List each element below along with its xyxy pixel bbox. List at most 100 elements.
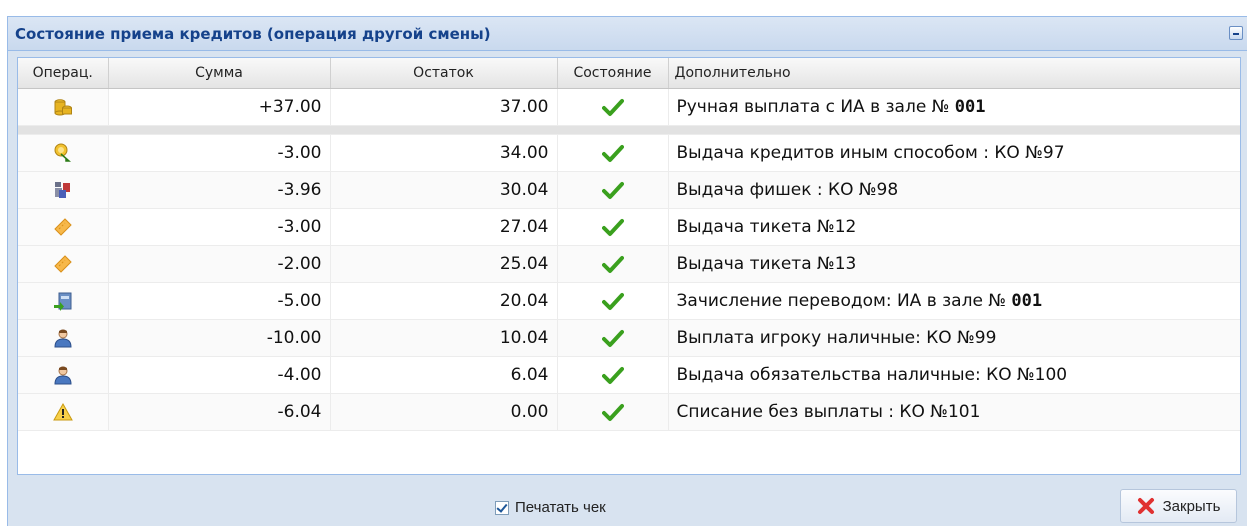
print-check-option[interactable]: Печатать чек (495, 499, 606, 516)
table-row[interactable]: +37.00 37.00 Ручная выплата с ИА в зале … (18, 88, 1240, 126)
operation-cell (18, 134, 109, 172)
extra-text: Ручная выплата с ИА в зале № (676, 96, 955, 117)
sum-cell: +37.00 (108, 88, 331, 126)
rest-cell: 20.04 (330, 282, 558, 320)
success-check-icon (601, 291, 624, 311)
extra-hall-number: 001 (954, 96, 986, 117)
column-header-operation[interactable]: Операц. (18, 58, 109, 89)
extra-text: Выдача фишек : КО №98 (676, 179, 899, 200)
close-button[interactable]: Закрыть (1120, 489, 1237, 523)
rest-cell: 6.04 (330, 356, 558, 394)
extra-text: Выдача обязательства наличные: КО №100 (676, 364, 1068, 385)
success-check-icon (601, 143, 624, 163)
extra-text: Выдача тикета №12 (676, 216, 857, 237)
table-row[interactable]: -10.00 10.04 Выплата игроку наличные: КО №… (18, 319, 1240, 357)
operation-cell (18, 282, 109, 320)
rest-cell: 37.00 (330, 88, 558, 126)
close-icon (1137, 498, 1154, 514)
rest-cell: 34.00 (330, 134, 558, 172)
user-icon (53, 365, 73, 385)
rest-cell: 25.04 (330, 245, 558, 283)
user-icon (53, 328, 73, 348)
extra-cell: Выплата игроку наличные: КО №99 (668, 319, 1240, 357)
operation-cell (18, 171, 109, 209)
table-row[interactable]: -3.00 34.00 Выдача кредитов иным способом … (18, 134, 1240, 172)
group-separator (18, 125, 1240, 135)
extra-cell: Выдача тикета №12 (668, 208, 1240, 246)
sum-cell: -6.04 (108, 393, 331, 431)
operation-cell (18, 319, 109, 357)
transfer-icon (53, 291, 73, 311)
state-cell (557, 356, 669, 394)
sum-cell: -5.00 (108, 282, 331, 320)
rest-cell: 30.04 (330, 171, 558, 209)
operations-grid: Операц. Сумма Остаток Состояние Дополнит… (17, 57, 1241, 475)
column-header-sum[interactable]: Сумма (108, 58, 331, 89)
column-header-state[interactable]: Состояние (557, 58, 669, 89)
state-cell (557, 134, 669, 172)
operation-cell (18, 208, 109, 246)
extra-cell: Выдача кредитов иным способом : КО №97 (668, 134, 1240, 172)
grid-header: Операц. Сумма Остаток Состояние Дополнит… (18, 58, 1240, 89)
rest-cell: 10.04 (330, 319, 558, 357)
extra-cell: Выдача фишек : КО №98 (668, 171, 1240, 209)
extra-text: Списание без выплаты : КО №101 (676, 401, 981, 422)
success-check-icon (601, 97, 624, 117)
extra-cell: Зачисление переводом: ИА в зале № 001 (668, 282, 1240, 320)
rest-cell: 0.00 (330, 393, 558, 431)
success-check-icon (601, 365, 624, 385)
window-titlebar: Состояние приема кредитов (операция друг… (8, 17, 1247, 51)
sum-cell: -4.00 (108, 356, 331, 394)
table-row[interactable]: -3.00 27.04 Выдача тикета №12 (18, 208, 1240, 246)
table-row[interactable]: -6.04 0.00 Списание без выплаты : КО №101 (18, 393, 1240, 431)
coins-icon (53, 97, 73, 117)
ticket-icon (53, 217, 73, 237)
extra-text: Выдача кредитов иным способом : КО №97 (676, 142, 1065, 163)
window-title: Состояние приема кредитов (операция друг… (15, 25, 491, 43)
sum-cell: -3.96 (108, 171, 331, 209)
close-label: Закрыть (1162, 497, 1221, 515)
success-check-icon (601, 254, 624, 274)
extra-hall-number: 001 (1011, 290, 1043, 311)
extra-cell: Выдача тикета №13 (668, 245, 1240, 283)
print-check-checkbox[interactable] (495, 500, 509, 515)
table-row[interactable]: -2.00 25.04 Выдача тикета №13 (18, 245, 1240, 283)
table-row[interactable]: -4.00 6.04 Выдача обязательства наличные: … (18, 356, 1240, 394)
table-row[interactable]: -5.00 20.04 Зачисление переводом: ИА в зал… (18, 282, 1240, 320)
success-check-icon (601, 328, 624, 348)
state-cell (557, 393, 669, 431)
success-check-icon (601, 180, 624, 200)
extra-text: Зачисление переводом: ИА в зале № (676, 290, 1012, 311)
credit-issue-icon (53, 143, 73, 163)
table-row[interactable]: -3.96 30.04 Выдача фишек : КО №98 (18, 171, 1240, 209)
operation-cell (18, 245, 109, 283)
state-cell (557, 208, 669, 246)
operation-cell (18, 356, 109, 394)
extra-text: Выплата игроку наличные: КО №99 (676, 327, 997, 348)
state-cell (557, 319, 669, 357)
sum-cell: -3.00 (108, 134, 331, 172)
sum-cell: -2.00 (108, 245, 331, 283)
success-check-icon (601, 217, 624, 237)
state-cell (557, 171, 669, 209)
sum-cell: -10.00 (108, 319, 331, 357)
state-cell (557, 88, 669, 126)
collapse-button[interactable] (1229, 26, 1243, 40)
print-check-label: Печатать чек (515, 499, 606, 516)
credit-status-window: Состояние приема кредитов (операция друг… (7, 16, 1247, 526)
column-header-extra[interactable]: Дополнительно (668, 58, 1240, 89)
operation-cell (18, 88, 109, 126)
extra-text: Выдача тикета №13 (676, 253, 857, 274)
chips-icon (53, 180, 73, 200)
warning-icon (52, 402, 73, 422)
state-cell (557, 245, 669, 283)
column-header-rest[interactable]: Остаток (330, 58, 558, 89)
rest-cell: 27.04 (330, 208, 558, 246)
operation-cell (18, 393, 109, 431)
extra-cell: Списание без выплаты : КО №101 (668, 393, 1240, 431)
extra-cell: Ручная выплата с ИА в зале № 001 (668, 88, 1240, 126)
sum-cell: -3.00 (108, 208, 331, 246)
success-check-icon (601, 402, 624, 422)
extra-cell: Выдача обязательства наличные: КО №100 (668, 356, 1240, 394)
state-cell (557, 282, 669, 320)
